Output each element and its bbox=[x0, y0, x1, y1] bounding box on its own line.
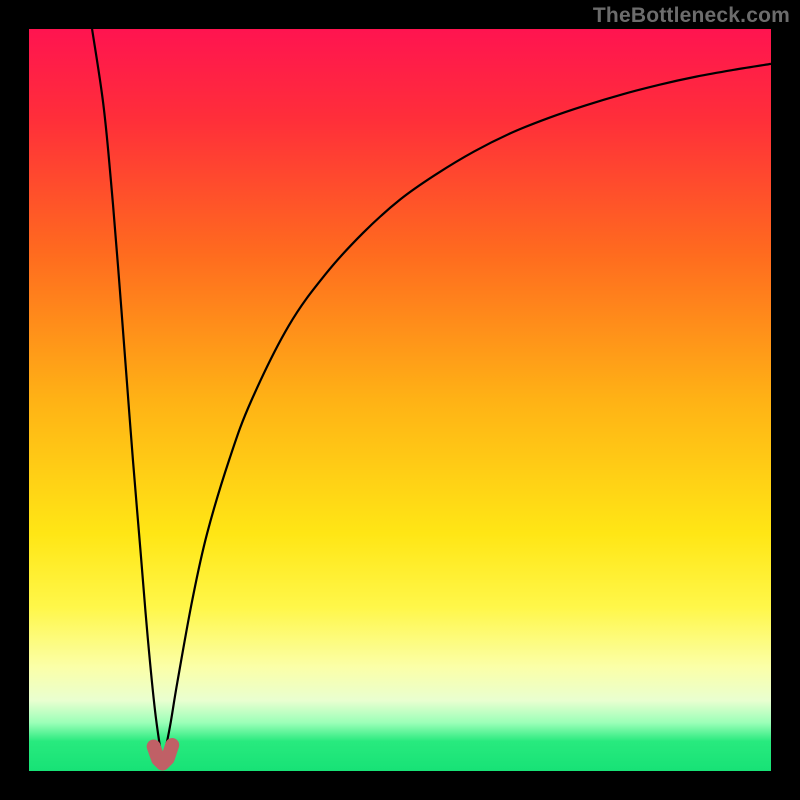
chart-frame: TheBottleneck.com bbox=[0, 0, 800, 800]
chart-svg bbox=[29, 29, 771, 771]
watermark-text: TheBottleneck.com bbox=[593, 4, 790, 28]
gradient-background bbox=[29, 29, 771, 771]
plot-area bbox=[29, 29, 771, 771]
